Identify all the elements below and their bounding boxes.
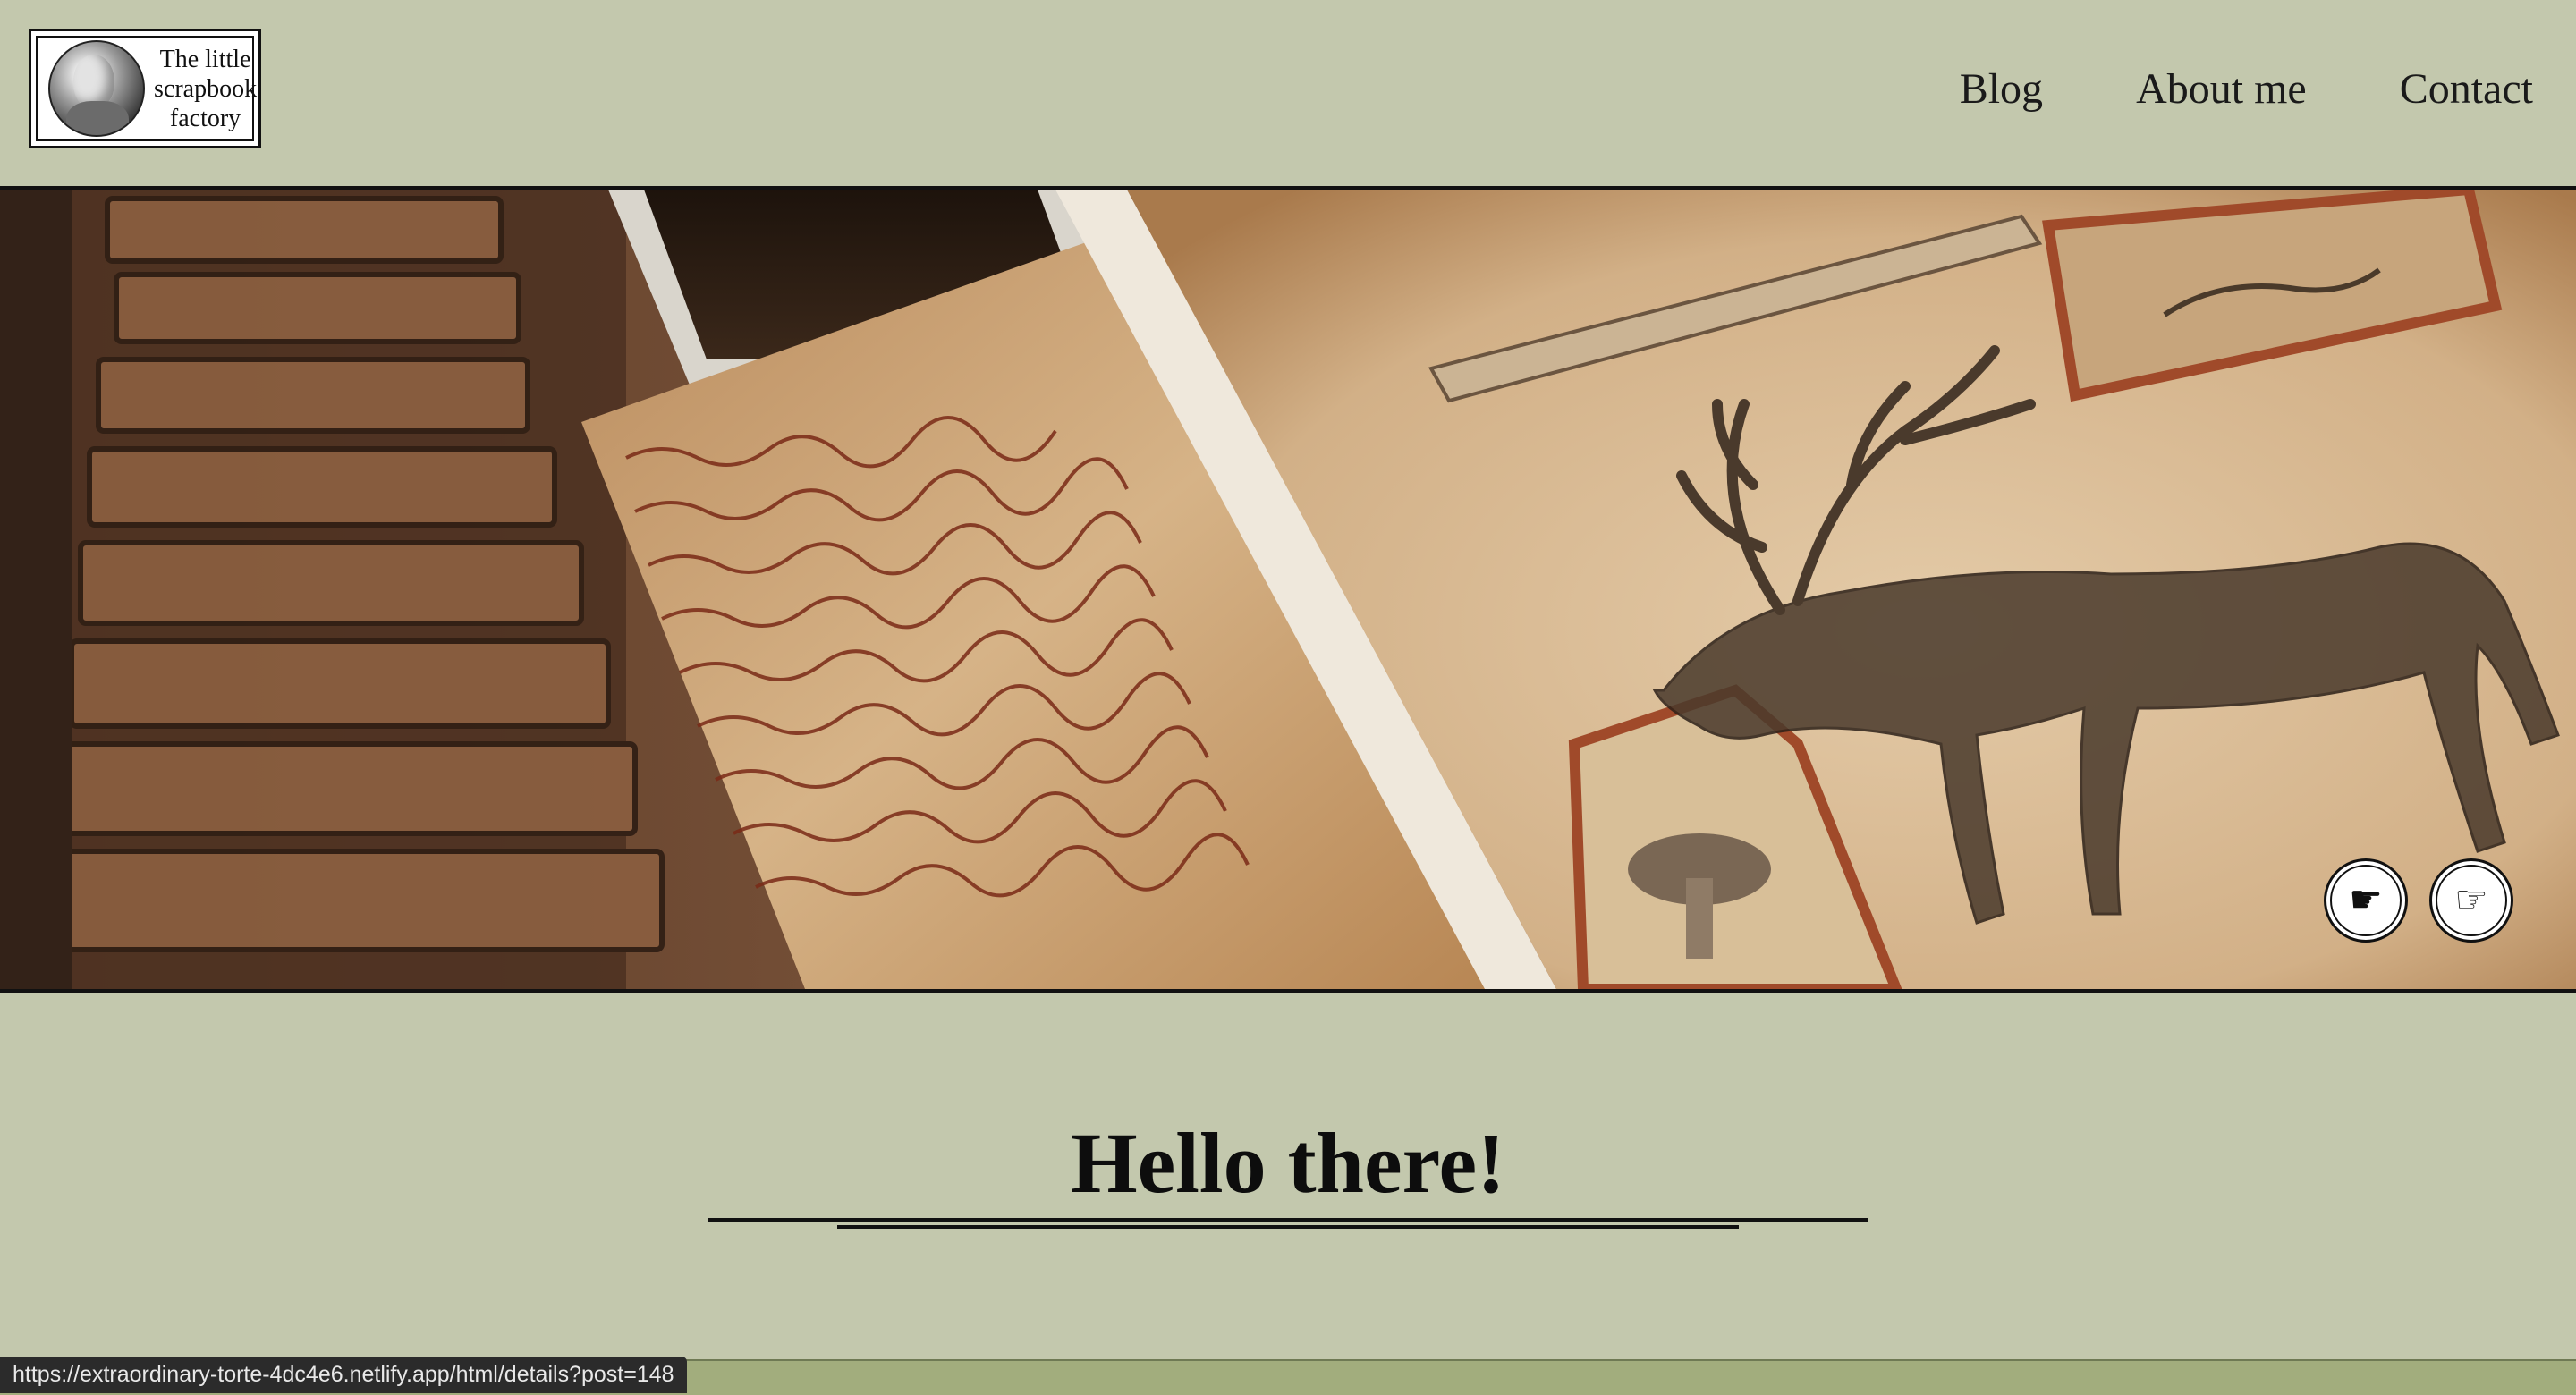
- nav-blog[interactable]: Blog: [1960, 64, 2043, 114]
- pointing-hand-right-icon: ☞: [2436, 865, 2507, 936]
- main-nav: Blog About me Contact: [1960, 64, 2533, 114]
- pointing-hand-left-icon: ☛: [2330, 865, 2402, 936]
- logo-line-3: factory: [169, 104, 242, 132]
- bust-portrait-icon: [48, 40, 145, 137]
- heading-underline-bottom: [837, 1225, 1739, 1229]
- nav-about-me[interactable]: About me: [2136, 64, 2307, 114]
- scrapbook-photo: [0, 190, 2576, 989]
- hero-image: [0, 186, 2576, 993]
- nav-contact[interactable]: Contact: [2400, 64, 2533, 114]
- site-logo[interactable]: The little scrapbook factory: [29, 29, 261, 148]
- page-heading: Hello there!: [1070, 1115, 1506, 1211]
- carousel-prev-button[interactable]: ☛: [2324, 858, 2408, 943]
- carousel-next-button[interactable]: ☞: [2429, 858, 2513, 943]
- heading-underline-top: [708, 1218, 1868, 1222]
- logo-line-2: scrapbook: [154, 74, 258, 103]
- logo-text: The little scrapbook factory: [154, 45, 264, 133]
- logo-frame: The little scrapbook factory: [36, 36, 257, 141]
- logo-line-1: The little: [159, 45, 251, 73]
- status-bar-url: https://extraordinary-torte-4dc4e6.netli…: [0, 1357, 687, 1393]
